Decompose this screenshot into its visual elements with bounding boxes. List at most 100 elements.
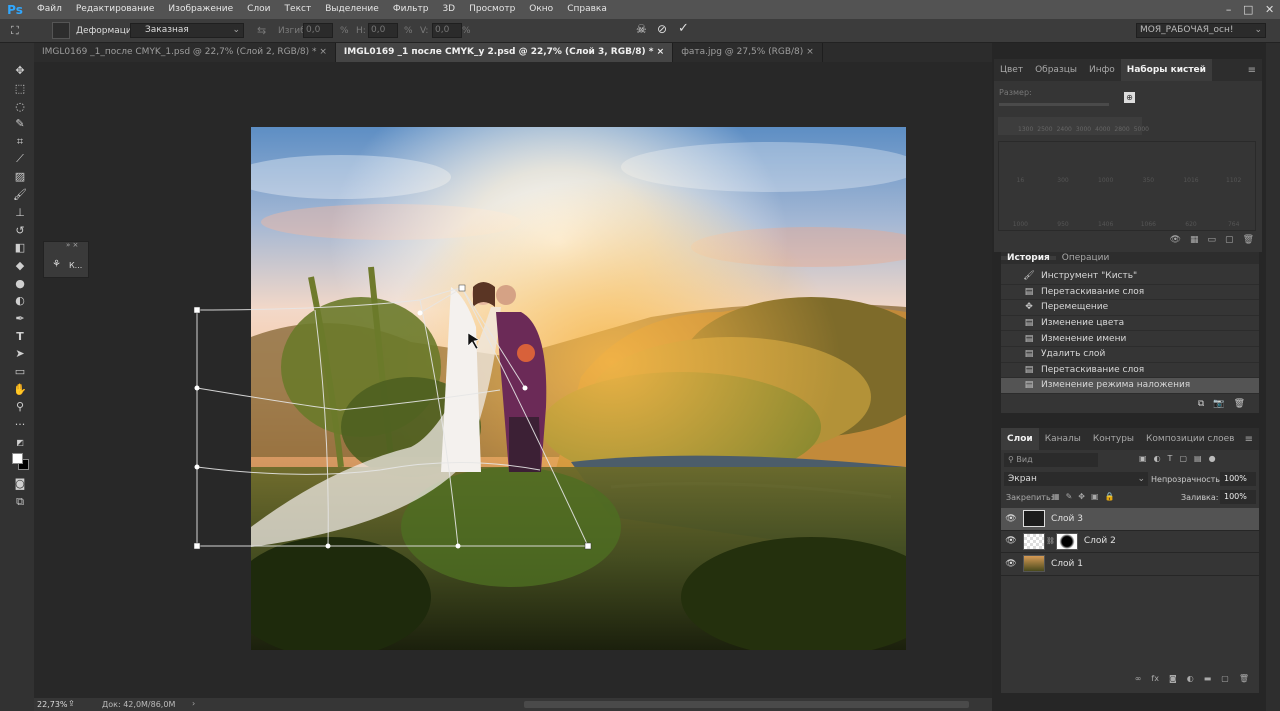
workspace-select[interactable]: МОЯ_РАБОЧАЯ_осн! ⌄ (1136, 23, 1266, 38)
brush-preset[interactable]: 764 (1212, 186, 1255, 230)
doc-icon: ▤ (1024, 349, 1034, 360)
lock-transparency-icon[interactable]: ▦ (1052, 492, 1060, 501)
layer-name: Слой 2 (1083, 536, 1116, 547)
brush-preset[interactable]: 1102 (1212, 142, 1255, 186)
brush-size-slider[interactable] (999, 103, 1109, 106)
grid-view-icon[interactable]: ▦ (1190, 235, 1199, 245)
tab-brush-presets[interactable]: Наборы кистей (1120, 59, 1212, 81)
opacity-label: Непрозрачность: (1151, 475, 1223, 484)
brush-preset[interactable]: 1000 (999, 186, 1042, 230)
new-layer-icon[interactable]: ▢ (1221, 674, 1229, 683)
history-panel: История Операции 🖌 Инструмент "Кисть" ▤ … (1001, 252, 1259, 413)
new-preset-icon[interactable]: ⊕ (1124, 92, 1135, 103)
tab-info[interactable]: Инфо (1083, 59, 1121, 81)
brush-preset[interactable]: 1016 (1170, 142, 1213, 186)
layer-style-icon[interactable]: fx (1151, 674, 1159, 683)
layer-row[interactable]: 👁 ⛓ Слой 2 (1001, 531, 1259, 553)
lock-pixels-icon[interactable]: ✎ (1066, 492, 1073, 501)
visibility-eye-icon[interactable]: 👁 (1001, 559, 1021, 569)
tab-layers[interactable]: Слои (1001, 428, 1039, 450)
filter-toggle-icon[interactable]: ● (1209, 454, 1216, 463)
document-size: Док: 42,0M/86,0M (102, 700, 176, 709)
add-mask-icon[interactable]: ◙ (1169, 674, 1177, 683)
share-icon[interactable]: ⇪ (68, 699, 75, 708)
layer-row-selected[interactable]: 👁 Слой 3 (1001, 508, 1259, 531)
panel-menu-icon[interactable]: ≡ (1245, 434, 1253, 445)
brush-preset[interactable]: 1000 (1084, 142, 1127, 186)
layers-panel-tabs: Слои Каналы Контуры Композиции слоев ≡ (1001, 428, 1259, 450)
link-layers-icon[interactable]: ∞ (1135, 674, 1142, 683)
minimize-icon[interactable]: – (1226, 3, 1232, 16)
layer-filter-icons: ▣ ◐ T ▢ ▤ ● (1139, 454, 1216, 463)
new-brush-icon[interactable]: ▢ (1225, 235, 1234, 245)
history-item-active[interactable]: ▤ Изменение режима наложения (1001, 378, 1259, 394)
brush-tip-row[interactable]: 1300 2500 2400 3000 4000 2800 5000 (998, 117, 1149, 135)
horizontal-scrollbar[interactable] (524, 701, 969, 708)
zoom-level[interactable]: 22,73% (37, 700, 68, 709)
tab-paths[interactable]: Контуры (1087, 428, 1140, 450)
trash-icon[interactable]: 🗑 (1239, 674, 1249, 683)
layers-footer: ∞ fx ◙ ◐ ▬ ▢ 🗑 (1135, 674, 1249, 683)
tab-swatches[interactable]: Образцы (1029, 59, 1083, 81)
layer-thumbnail (1023, 532, 1045, 550)
maximize-icon[interactable]: □ (1243, 3, 1253, 16)
close-icon[interactable]: ✕ (1265, 3, 1274, 16)
brush-preset[interactable]: 350 (1127, 142, 1170, 186)
history-item[interactable]: ▤ Перетаскивание слоя (1001, 363, 1259, 379)
tab-color[interactable]: Цвет (994, 59, 1029, 81)
tab-actions[interactable]: Операции (1056, 254, 1116, 263)
brush-preset[interactable]: 1066 (1127, 186, 1170, 230)
brush-preset[interactable]: 950 (1042, 186, 1085, 230)
mask-link-icon[interactable]: ⛓ (1046, 537, 1055, 545)
trash-icon[interactable]: 🗑 (1234, 399, 1245, 409)
warp-grid-overlay[interactable] (0, 0, 992, 700)
history-item[interactable]: ▤ Изменение цвета (1001, 316, 1259, 332)
new-group-icon[interactable]: ▬ (1204, 674, 1212, 683)
layer-row[interactable]: 👁 Слой 1 (1001, 553, 1259, 576)
lock-position-icon[interactable]: ✥ (1078, 492, 1085, 501)
doc-icon: ▤ (1024, 286, 1034, 297)
history-item[interactable]: ▤ Удалить слой (1001, 347, 1259, 363)
snapshot-icon[interactable]: 📷 (1213, 399, 1224, 409)
fill-input[interactable]: 100% (1220, 490, 1256, 504)
pixel-filter-icon[interactable]: ▣ (1139, 454, 1147, 463)
layer-mask-thumbnail[interactable] (1055, 532, 1078, 550)
status-arrow-icon[interactable]: › (192, 699, 195, 708)
smart-filter-icon[interactable]: ▤ (1194, 454, 1202, 463)
doc-icon: ▤ (1024, 333, 1034, 344)
new-document-from-state-icon[interactable]: ⧉ (1198, 399, 1204, 409)
tab-layer-comps[interactable]: Композиции слоев (1140, 428, 1240, 450)
type-filter-icon[interactable]: T (1168, 454, 1173, 463)
layer-thumbnail (1023, 555, 1045, 573)
opacity-input[interactable]: 100% (1220, 472, 1256, 486)
blend-mode-select[interactable]: Экран ⌄ (1004, 472, 1148, 486)
shape-filter-icon[interactable]: ▢ (1179, 454, 1187, 463)
visibility-eye-icon[interactable]: 👁 (1001, 536, 1021, 546)
foreground-color-icon[interactable] (12, 453, 23, 465)
brush-size-label: Размер: (999, 88, 1032, 97)
layer-thumbnail (1023, 510, 1045, 528)
brush-panel-tabs: Цвет Образцы Инфо Наборы кистей ≡ (994, 59, 1262, 81)
visibility-eye-icon[interactable]: 👁 (1001, 514, 1021, 524)
adjustment-layer-icon[interactable]: ◐ (1187, 674, 1194, 683)
trash-icon[interactable]: 🗑 (1243, 235, 1254, 245)
history-item[interactable]: 🖌 Инструмент "Кисть" (1001, 269, 1259, 285)
brush-preset[interactable]: 620 (1170, 186, 1213, 230)
history-item[interactable]: ▤ Изменение имени (1001, 331, 1259, 347)
layer-filter-select[interactable]: ⚲ Вид (1004, 453, 1098, 467)
panel-menu-icon[interactable]: ≡ (1248, 65, 1256, 76)
brush-grid[interactable]: 16 300 1000 350 1016 1102 1000 950 1406 … (998, 141, 1256, 231)
tab-channels[interactable]: Каналы (1039, 428, 1087, 450)
lock-label: Закрепить: (1006, 493, 1054, 502)
brush-preset[interactable]: 300 (1042, 142, 1085, 186)
brush-preset[interactable]: 1406 (1084, 186, 1127, 230)
toggle-panel-icon[interactable]: 👁 (1170, 235, 1181, 245)
history-item[interactable]: ▤ Перетаскивание слоя (1001, 285, 1259, 301)
adjustment-filter-icon[interactable]: ◐ (1154, 454, 1161, 463)
brush-preset[interactable]: 16 (999, 142, 1042, 186)
lock-all-icon[interactable]: 🔒 (1105, 492, 1115, 501)
history-item[interactable]: ✥ Перемещение (1001, 300, 1259, 316)
tab-history[interactable]: История (1001, 254, 1056, 263)
brush-settings-icon[interactable]: ▭ (1208, 235, 1217, 245)
lock-artboard-icon[interactable]: ▣ (1091, 492, 1099, 501)
